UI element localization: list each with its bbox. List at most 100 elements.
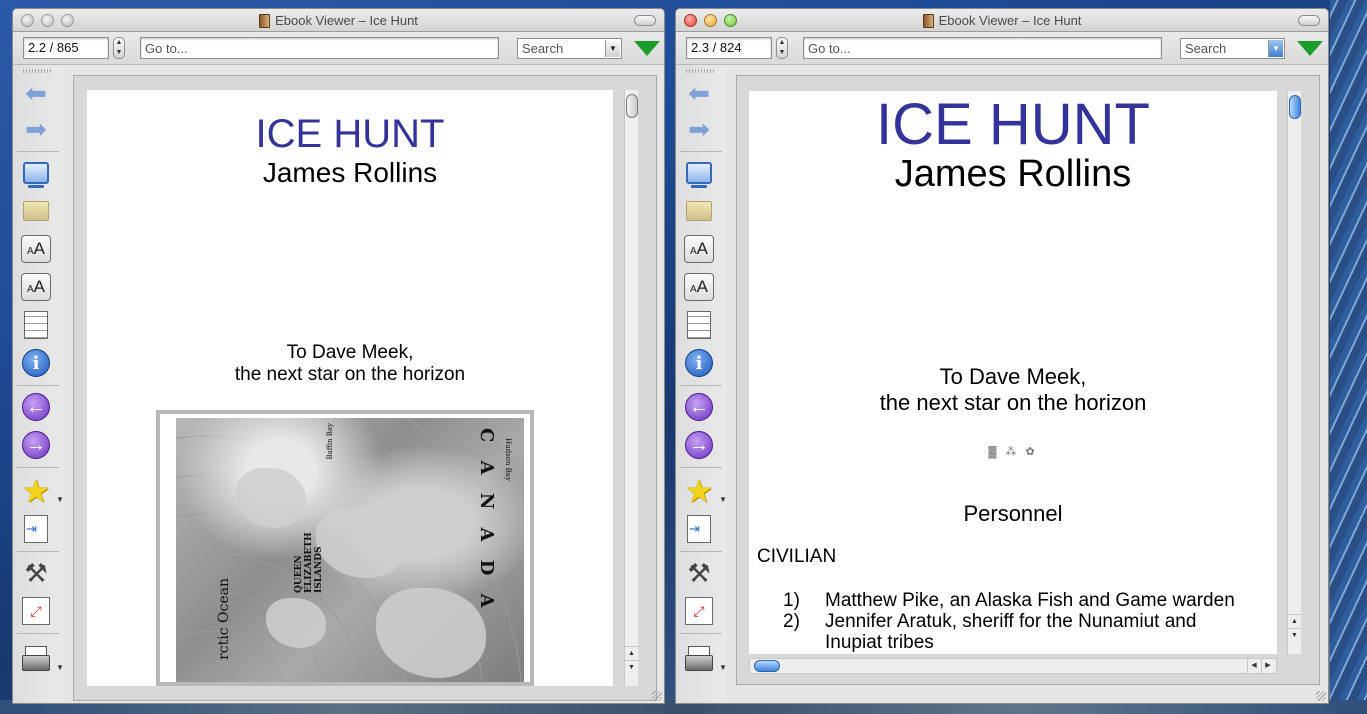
- book-view[interactable]: ICE HUNT James Rollins To Dave Meek, the…: [736, 75, 1320, 685]
- scroll-right-arrow-icon[interactable]: ▶: [1261, 659, 1274, 673]
- civilian-heading: CIVILIAN: [757, 546, 837, 567]
- vertical-scrollbar[interactable]: ▲ ▼: [1287, 91, 1301, 654]
- scroll-thumb[interactable]: [1289, 95, 1301, 119]
- toc-button[interactable]: ⇥: [683, 513, 715, 545]
- horizontal-scrollbar[interactable]: ◀ ▶: [749, 658, 1277, 674]
- scroll-down-arrow-icon[interactable]: ▼: [625, 660, 638, 673]
- print-icon: [22, 646, 50, 672]
- previous-page-icon: ←: [22, 393, 50, 421]
- book-view[interactable]: ICE HUNT James Rollins To Dave Meek, the…: [73, 75, 657, 701]
- chevron-down-icon[interactable]: ▼: [605, 40, 620, 57]
- window-titlebar[interactable]: Ebook Viewer – Ice Hunt: [676, 9, 1328, 32]
- map-label-hudson-bay: Hudson Bay: [504, 438, 512, 481]
- scroll-thumb[interactable]: [754, 660, 780, 672]
- library-button[interactable]: [683, 157, 715, 189]
- next-page-button[interactable]: →: [20, 429, 52, 461]
- next-page-button[interactable]: →: [683, 429, 715, 461]
- map-island: [376, 588, 486, 678]
- print-icon: [685, 646, 713, 672]
- goto-input[interactable]: [140, 37, 499, 59]
- page-layout-button[interactable]: [683, 309, 715, 341]
- print-button[interactable]: ▼: [683, 643, 727, 675]
- font-smaller-icon: AA: [21, 273, 51, 301]
- zoom-button[interactable]: [61, 14, 74, 27]
- book-page[interactable]: ICE HUNT James Rollins To Dave Meek, the…: [87, 90, 613, 686]
- window-titlebar[interactable]: Ebook Viewer – Ice Hunt: [13, 9, 664, 32]
- book-title: ICE HUNT: [255, 112, 445, 156]
- dedication-line-2: the next star on the horizon: [234, 364, 466, 385]
- position-field[interactable]: 2.3 / 824: [686, 37, 772, 59]
- font-smaller-button[interactable]: AA: [20, 271, 52, 303]
- close-button[interactable]: [21, 14, 34, 27]
- info-icon: i: [685, 349, 713, 377]
- library-button[interactable]: [20, 157, 52, 189]
- dedication-line-1: To Dave Meek,: [286, 342, 414, 363]
- preferences-button[interactable]: ⚒: [20, 557, 52, 589]
- bookmark-button[interactable]: ★ ▼: [20, 475, 64, 507]
- vertical-scrollbar[interactable]: ▲ ▼: [624, 90, 638, 686]
- download-arrow-icon[interactable]: [634, 41, 660, 56]
- toolbar-toggle-button[interactable]: [1298, 15, 1320, 26]
- forward-button[interactable]: ➡: [683, 113, 715, 145]
- map-graphic: C A N A D A QUEEN ELIZABETH ISLANDS rcti…: [176, 418, 524, 682]
- sidebar-grip[interactable]: [23, 69, 53, 73]
- sidebar-grip[interactable]: [686, 69, 716, 73]
- info-button[interactable]: i: [683, 347, 715, 379]
- toolbar-toggle-button[interactable]: [634, 15, 656, 26]
- resize-handle[interactable]: [1316, 691, 1326, 701]
- zoom-button[interactable]: [724, 14, 737, 27]
- toc-button[interactable]: ⇥: [20, 513, 52, 545]
- search-label: Search: [522, 41, 564, 56]
- back-button[interactable]: ⬅: [683, 77, 715, 109]
- separator: [680, 633, 722, 634]
- personnel-heading: Personnel: [963, 501, 1063, 526]
- goto-input[interactable]: [803, 37, 1162, 59]
- page-layout-button[interactable]: [20, 309, 52, 341]
- search-select[interactable]: Search ▼: [517, 38, 622, 59]
- search-select[interactable]: Search ▼: [1180, 38, 1285, 59]
- position-stepper[interactable]: ▲ ▼: [776, 37, 788, 59]
- next-page-icon: →: [685, 431, 713, 459]
- font-larger-button[interactable]: AA: [20, 233, 52, 265]
- bookmark-button[interactable]: ★ ▼: [683, 475, 727, 507]
- dropdown-arrow-icon: ▼: [719, 495, 727, 504]
- chevron-down-icon[interactable]: ▼: [1268, 40, 1283, 57]
- ebook-viewer-window-right[interactable]: Ebook Viewer – Ice Hunt 2.3 / 824 ▲▼ Sea…: [675, 8, 1329, 704]
- scroll-down-arrow-icon[interactable]: ▼: [1288, 628, 1301, 641]
- scroll-up-arrow-icon[interactable]: ▲: [625, 646, 638, 659]
- font-larger-icon: AA: [684, 235, 714, 263]
- fullscreen-button[interactable]: ⤢: [20, 595, 52, 627]
- info-button[interactable]: i: [20, 347, 52, 379]
- scroll-up-arrow-icon[interactable]: ▲: [1288, 614, 1301, 627]
- book-title: ICE HUNT: [876, 92, 1150, 157]
- download-arrow-icon[interactable]: [1297, 41, 1323, 56]
- dedication-line-2: the next star on the horizon: [879, 390, 1147, 415]
- position-field[interactable]: 2.2 / 865: [23, 37, 109, 59]
- fullscreen-button[interactable]: ⤢: [683, 595, 715, 627]
- previous-page-button[interactable]: ←: [683, 391, 715, 423]
- resize-handle[interactable]: [652, 691, 662, 701]
- previous-page-button[interactable]: ←: [20, 391, 52, 423]
- close-button[interactable]: [684, 14, 697, 27]
- open-button[interactable]: [683, 195, 715, 227]
- book-page[interactable]: ICE HUNT James Rollins To Dave Meek, the…: [749, 91, 1277, 654]
- forward-button[interactable]: ➡: [20, 113, 52, 145]
- open-button[interactable]: [20, 195, 52, 227]
- font-smaller-button[interactable]: AA: [683, 271, 715, 303]
- back-button[interactable]: ⬅: [20, 77, 52, 109]
- window-controls: [21, 14, 74, 27]
- print-button[interactable]: ▼: [20, 643, 64, 675]
- separator: [680, 551, 722, 552]
- preferences-button[interactable]: ⚒: [683, 557, 715, 589]
- window-title: Ebook Viewer – Ice Hunt: [275, 13, 418, 28]
- minimize-button[interactable]: [704, 14, 717, 27]
- minimize-button[interactable]: [41, 14, 54, 27]
- font-smaller-icon: AA: [684, 273, 714, 301]
- ebook-viewer-window-left[interactable]: Ebook Viewer – Ice Hunt 2.2 / 865 ▲▼ Sea…: [12, 8, 665, 704]
- scroll-left-arrow-icon[interactable]: ◀: [1247, 659, 1260, 673]
- window-title: Ebook Viewer – Ice Hunt: [938, 13, 1082, 28]
- position-stepper[interactable]: ▲ ▼: [113, 37, 125, 59]
- font-larger-button[interactable]: AA: [683, 233, 715, 265]
- scroll-thumb[interactable]: [626, 94, 638, 118]
- next-page-icon: →: [22, 431, 50, 459]
